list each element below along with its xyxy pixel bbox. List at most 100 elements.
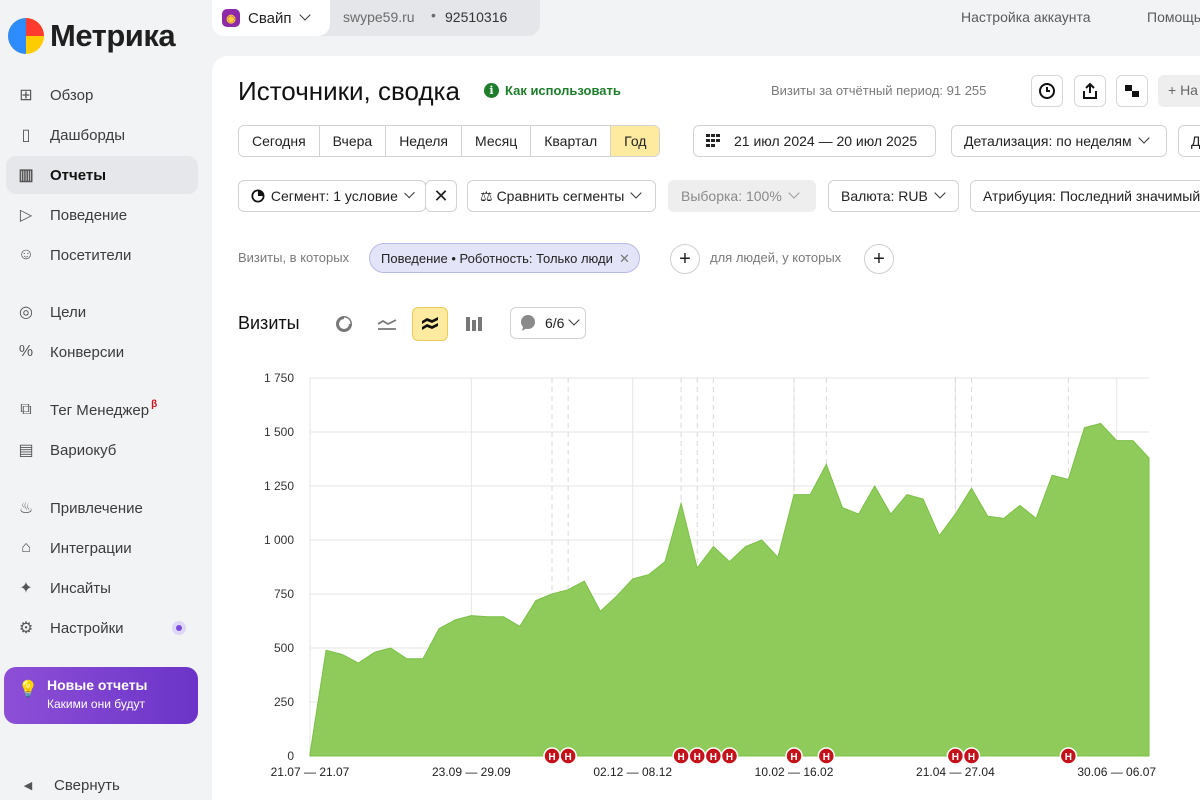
play-icon: ▷ [19,207,33,224]
chart-type-pie-button[interactable] [326,307,362,341]
sidebar-item-gear[interactable]: ⚙ Настройки [6,609,198,647]
chevron-down-icon [934,187,946,199]
sidebar-item-variocube[interactable]: ▤ Вариокуб [6,431,198,469]
data-point [679,501,683,505]
page-title: Источники, сводка [238,76,460,106]
plus-icon: + [679,247,691,270]
sidebar-item-label: Конверсии [50,343,125,361]
period-button-5[interactable]: Год [611,126,660,156]
target-icon: ◎ [19,304,33,321]
logo-text: Метрика [50,18,176,53]
percent-icon: % [18,343,34,360]
help-link[interactable]: Помощь [1147,9,1200,25]
add-people-condition-button[interactable]: + [864,244,894,274]
currency-dropdown[interactable]: Валюта: RUB [828,180,959,212]
period-button-0[interactable]: Сегодня [239,126,320,156]
detail-dropdown[interactable]: Детализация: по неделям [951,125,1167,157]
sidebar-item-bar-chart[interactable]: ▥ Отчеты [6,156,198,194]
main-panel: Источники, сводка i Как использовать Виз… [212,56,1200,800]
add-visit-condition-button[interactable]: + [670,244,700,274]
sidebar-item-play[interactable]: ▷ Поведение [6,196,198,234]
data-point [1002,516,1006,520]
sidebar-item-target[interactable]: ◎ Цели [6,293,198,331]
data-point [728,560,732,564]
condition-chip[interactable]: Поведение • Роботность: Только люди ✕ [369,243,640,273]
add-button[interactable]: + На [1158,75,1200,107]
remove-condition-icon[interactable]: ✕ [619,251,630,267]
plus-icon: + [873,247,885,270]
data-point [566,588,570,592]
account-settings-link[interactable]: Настройка аккаунта [961,9,1091,25]
data-point [711,545,715,549]
chart-type-bar-button[interactable] [456,307,492,341]
history-button[interactable] [1031,75,1063,107]
data-point [324,648,328,652]
counter-switcher: ◉ Свайп swype59.ru • 92510316 [212,0,540,36]
holiday-marker-label: Н [968,752,975,763]
sidebar-item-person[interactable]: ☺ Посетители [6,236,198,274]
attribution-label: Атрибуция: Последний значимый [983,188,1200,204]
triangle-left-icon: ◀ [23,779,33,792]
period-button-3[interactable]: Месяц [462,126,532,156]
pie-chart-icon [336,316,352,332]
sidebar-item-puzzle[interactable]: ⌂ Интеграции [6,529,198,567]
collapse-sidebar-button[interactable]: ◀ Свернуть [6,768,120,800]
sidebar-item-percent[interactable]: % Конверсии [6,333,198,371]
notes-dropdown[interactable]: 6/6 [510,307,586,339]
compare-segments-dropdown[interactable]: ⚖ Сравнить сегменты [467,180,656,212]
share-icon [1083,82,1097,99]
period-button-4[interactable]: Квартал [531,126,612,156]
collapse-label: Свернуть [54,776,120,794]
data-point [389,646,393,650]
x-tick-label: 30.06 — 06.07 [1077,765,1156,779]
metrika-logo[interactable]: Метрика [8,18,176,54]
data-point [744,545,748,549]
new-reports-promo[interactable]: 💡 Новые отчеты Какими они будут [4,667,198,724]
flame-icon: ♨ [18,500,34,517]
more-dropdown[interactable]: Д [1178,125,1200,157]
metrika-logo-icon [8,18,44,54]
y-tick-label: 1 750 [264,371,294,385]
sidebar-item-dashboards[interactable]: ▯ Дашборды [6,116,198,154]
y-tick-label: 750 [274,587,294,601]
counter-dropdown[interactable]: ◉ Свайп [212,0,330,36]
data-point [1034,516,1038,520]
how-to-use-link[interactable]: i Как использовать [484,83,621,98]
data-point [663,560,667,564]
period-button-1[interactable]: Вчера [319,126,387,156]
period-button-2[interactable]: Неделя [386,126,463,156]
data-point [373,650,377,654]
data-point [1147,456,1151,460]
gear-icon: ⚙ [18,620,34,637]
detail-label: Детализация: по неделям [964,133,1132,149]
export-button[interactable] [1074,75,1106,107]
clear-segment-button[interactable]: ✕ [425,180,457,212]
chevron-down-icon [630,187,643,199]
sidebar-item-label: Поведение [50,206,128,224]
data-point [857,512,861,516]
segment-dropdown[interactable]: Сегмент: 1 условие [238,180,426,212]
date-range-picker[interactable]: 21 июл 2024 — 20 июл 2025 [693,125,936,157]
sidebar-item-flame[interactable]: ♨ Привлечение [6,489,198,527]
currency-label: Валюта: RUB [841,188,928,204]
pie-icon [251,189,265,203]
data-point [1083,426,1087,430]
attribution-dropdown[interactable]: Атрибуция: Последний значимый [970,180,1200,212]
more-label: Д [1191,133,1200,149]
data-point [502,615,506,619]
sidebar-item-sparkle[interactable]: ✦ Инсайты [6,569,198,607]
compare-button[interactable] [1116,75,1148,107]
chart-type-line-button[interactable] [369,307,405,341]
counter-id: 92510316 [445,9,508,25]
data-point [582,579,586,583]
sidebar-item-tag-manager[interactable]: ⧉ Тег Менеджер β [6,391,198,429]
line-chart-icon [377,319,397,330]
sidebar-item-label: Посетители [50,246,132,264]
data-point [518,624,522,628]
data-point [776,555,780,559]
y-tick-label: 1 250 [264,479,294,493]
sidebar-item-grid[interactable]: ⊞ Обзор [6,76,198,114]
sparkle-icon: ✦ [19,580,33,597]
chart-type-area-button[interactable] [412,307,448,341]
data-point [986,514,990,518]
